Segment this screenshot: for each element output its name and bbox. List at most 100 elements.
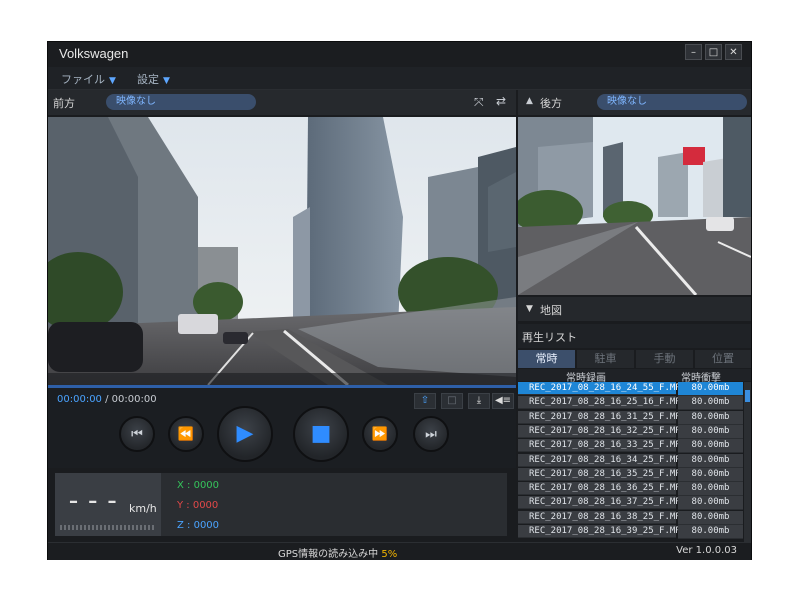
title-bar: Volkswagen – □ ✕ (48, 42, 751, 67)
blank-icon[interactable]: □ (441, 393, 463, 409)
total-time: 00:00:00 (111, 394, 157, 405)
stop-button[interactable]: ■ (293, 406, 349, 462)
front-camera-header: 前方 映像なし ⤧ ⇄ (48, 90, 516, 115)
skip-next-button[interactable]: ⏭ (413, 416, 449, 452)
file-size: 80.00mb (678, 410, 743, 425)
list-item[interactable]: REC_2017_08_28_16_32_25_F.MP4 80.00mb (518, 424, 743, 439)
speed-scale (60, 525, 156, 530)
playlist-title: 再生リスト (522, 331, 577, 344)
skip-previous-button[interactable]: ⏮ (119, 416, 155, 452)
playback-controls: 00:00:00 / 00:00:00 ⇧ □ ⤓ ◀≡ ⏮ ⏪ ▶ ■ ⏩ ⏭ (48, 388, 516, 468)
menu-settings-label: 設定 (137, 73, 159, 86)
menu-bar: ファイル ▼ 設定 ▼ (48, 67, 751, 90)
maximize-button[interactable]: □ (705, 44, 722, 60)
list-item[interactable]: REC_2017_08_28_16_34_25_F.MP4 80.00mb (518, 453, 743, 468)
front-status-pill: 映像なし (106, 94, 256, 110)
rewind-icon: ⏪ (177, 426, 195, 442)
file-name: REC_2017_08_28_16_31_25_F.MP4 (518, 410, 686, 424)
screenshot-icon[interactable]: ⇧ (414, 393, 436, 409)
skip-next-icon: ⏭ (425, 426, 437, 442)
front-video-frame (48, 117, 516, 385)
list-item[interactable]: REC_2017_08_28_16_39_25_F.MP4 80.00mb (518, 525, 743, 539)
file-size: 80.00mb (678, 496, 743, 511)
file-name: REC_2017_08_28_16_33_25_F.MP4 (518, 439, 686, 453)
file-size: 80.00mb (678, 482, 743, 497)
list-item[interactable]: REC_2017_08_28_16_25_16_F.MP4 80.00mb (518, 396, 743, 411)
collapse-up-icon[interactable]: ▲ (526, 96, 533, 106)
playlist-column-header: 常時録画 常時衝撃 (518, 369, 751, 384)
stop-icon: ■ (310, 421, 332, 446)
file-name: REC_2017_08_28_16_25_16_F.MP4 (518, 396, 686, 410)
minimize-button[interactable]: – (685, 44, 702, 60)
swap-icon[interactable]: ⇄ (496, 94, 506, 108)
map-header[interactable]: ▼ 地図 (518, 297, 751, 321)
download-icon[interactable]: ⤓ (468, 393, 490, 409)
list-item[interactable]: REC_2017_08_28_16_36_25_F.MP4 80.00mb (518, 482, 743, 497)
chevron-down-icon: ▼ (109, 76, 116, 86)
gsensor-x: X : 0000 (177, 480, 220, 491)
list-item[interactable]: REC_2017_08_28_16_37_25_F.MP4 80.00mb (518, 496, 743, 511)
file-size: 80.00mb (678, 510, 743, 525)
front-camera-label: 前方 (53, 97, 75, 110)
play-icon: ▶ (236, 421, 254, 446)
menu-file[interactable]: ファイル ▼ (61, 71, 116, 87)
version-label: Ver 1.0.0.03 (676, 545, 737, 556)
play-button[interactable]: ▶ (217, 406, 273, 462)
gps-status-text: GPS情報の読み込み中 (278, 549, 379, 560)
scrollbar-thumb[interactable] (745, 390, 750, 402)
file-size: 80.00mb (678, 396, 743, 411)
fast-forward-button[interactable]: ⏩ (362, 416, 398, 452)
file-name: REC_2017_08_28_16_36_25_F.MP4 (518, 482, 686, 496)
file-name: REC_2017_08_28_16_39_25_F.MP4 (518, 525, 686, 538)
time-separator: / (101, 394, 112, 405)
rear-video-view[interactable] (518, 117, 751, 295)
close-button[interactable]: ✕ (725, 44, 742, 60)
tab-parking[interactable]: 駐車 (577, 350, 634, 368)
rear-status-pill: 映像なし (597, 94, 747, 110)
list-item[interactable]: REC_2017_08_28_16_38_25_F.MP4 80.00mb (518, 510, 743, 525)
time-display: 00:00:00 / 00:00:00 (57, 394, 157, 405)
file-size: 80.00mb (678, 525, 743, 539)
file-size: 80.00mb (678, 382, 743, 396)
current-time: 00:00:00 (57, 394, 102, 405)
file-name: REC_2017_08_28_16_32_25_F.MP4 (518, 424, 686, 438)
file-name: REC_2017_08_28_16_35_25_F.MP4 (518, 467, 686, 481)
tab-continuous[interactable]: 常時 (518, 350, 575, 368)
rear-camera-label: 後方 (540, 97, 562, 110)
file-size: 80.00mb (678, 439, 743, 454)
list-item[interactable]: REC_2017_08_28_16_35_25_F.MP4 80.00mb (518, 467, 743, 482)
list-item[interactable]: REC_2017_08_28_16_24_55_F.MP4 80.00mb (518, 382, 743, 396)
status-bar: GPS情報の読み込み中 5% Ver 1.0.0.03 (48, 542, 751, 560)
volume-icon[interactable]: ◀≡ (492, 393, 514, 409)
file-name: REC_2017_08_28_16_37_25_F.MP4 (518, 496, 686, 510)
front-video-view[interactable] (48, 117, 516, 385)
playlist-scrollbar[interactable] (744, 382, 751, 542)
file-size: 80.00mb (678, 424, 743, 439)
file-size: 80.00mb (678, 453, 743, 468)
skip-previous-icon: ⏮ (131, 426, 143, 442)
gps-progress: 5% (381, 549, 398, 560)
list-item[interactable]: REC_2017_08_28_16_33_25_F.MP4 80.00mb (518, 439, 743, 454)
playlist-tabs: 常時 駐車 手動 位置 (518, 350, 751, 368)
app-window: Volkswagen – □ ✕ ファイル ▼ 設定 ▼ 前方 映像なし ⤧ ⇄ ▲… (47, 41, 752, 560)
speedometer: – – – km/h (55, 473, 161, 536)
list-item[interactable]: REC_2017_08_28_16_31_25_F.MP4 80.00mb (518, 410, 743, 425)
gsensor-z: Z : 0000 (177, 520, 220, 531)
fullscreen-icon[interactable]: ⤧ (474, 95, 484, 110)
tab-location[interactable]: 位置 (695, 350, 751, 368)
speed-unit: km/h (129, 502, 157, 515)
speed-value: – – – (69, 491, 119, 512)
menu-settings[interactable]: 設定 ▼ (137, 71, 170, 87)
file-name: REC_2017_08_28_16_34_25_F.MP4 (518, 453, 686, 467)
chevron-down-icon: ▼ (163, 76, 170, 86)
fast-forward-icon: ⏩ (371, 426, 389, 442)
tab-manual[interactable]: 手動 (636, 350, 693, 368)
rewind-button[interactable]: ⏪ (168, 416, 204, 452)
gps-status: GPS情報の読み込み中 5% (278, 545, 397, 560)
expand-down-icon: ▼ (526, 304, 533, 314)
menu-file-label: ファイル (61, 73, 105, 86)
rear-camera-header: ▲ 後方 映像なし (518, 90, 751, 115)
gsensor-y: Y : 0000 (177, 500, 219, 511)
file-name: REC_2017_08_28_16_38_25_F.MP4 (518, 510, 686, 524)
file-name: REC_2017_08_28_16_24_55_F.MP4 (518, 382, 686, 395)
